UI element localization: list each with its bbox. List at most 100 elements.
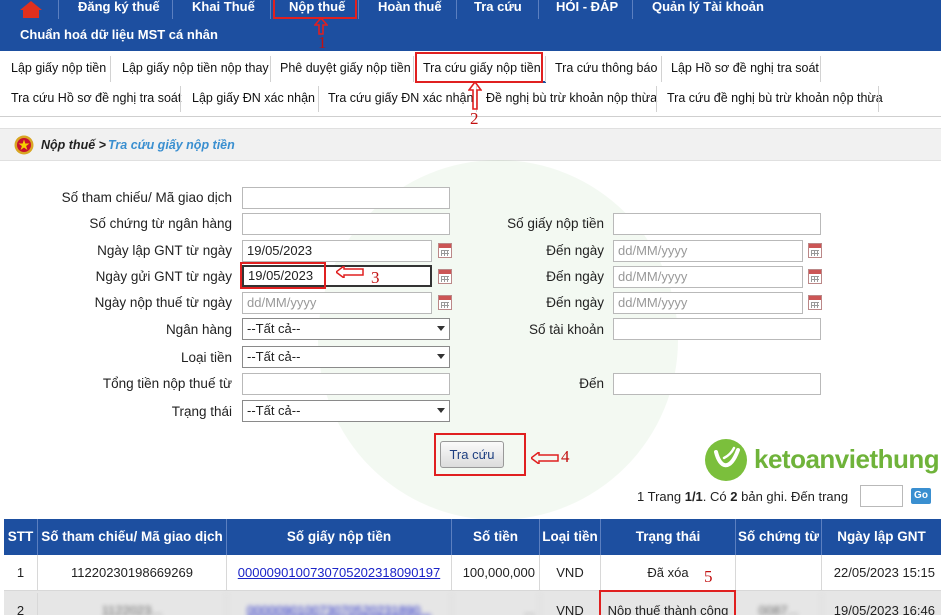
annotation-box-1 [273,0,357,19]
total-from-label: Tổng tiền nộp thuế từ [102,376,232,391]
annotation-arrow-up-icon [468,82,482,110]
brand-watermark: ketoanviethung [704,438,940,484]
send-to-input[interactable]: dd/MM/yyyy [613,266,803,288]
annotation-label-4: 4 [561,447,570,466]
tab-de-nghi-bu-tru[interactable]: Đề nghị bù trừ khoản nộp thừa [481,85,662,113]
annotation-label-2: 2 [470,109,479,128]
cell-ref: 11220230198669269 [38,555,227,590]
ref-input[interactable] [242,187,450,209]
currency-label: Loại tiền [180,350,232,365]
tab-lap-gnt-nop-thay[interactable]: Lập giấy nộp tiền nộp thay [117,55,274,83]
tab-lap-giay-nop-tien[interactable]: Lập giấy nộp tiền [6,55,111,83]
annotation-box-2 [415,52,543,83]
bank-select-value: --Tất cả-- [247,321,301,336]
pager-text: 1 Trang 1/1. Có 2 bản ghi. Đến trang [637,489,849,504]
bank-select[interactable]: --Tất cả-- [242,318,450,340]
pay-from-input[interactable]: dd/MM/yyyy [242,292,432,314]
cell-currency: VND [540,555,601,590]
calendar-icon[interactable] [808,243,822,258]
chevron-down-icon [437,326,445,331]
cell-amount: ... [452,593,540,615]
results-table-header: STT Số tham chiếu/ Mã giao dịch Số giấy … [4,519,941,555]
pay-to-input[interactable]: dd/MM/yyyy [613,292,803,314]
annotation-label-3: 3 [371,268,380,287]
go-button[interactable]: Go [911,488,931,504]
home-icon[interactable] [18,0,44,19]
bank-doc-input[interactable] [242,213,450,235]
tab-tra-cuu-giay-dn-xac-nhan[interactable]: Tra cứu giấy ĐN xác nhận [323,85,478,113]
pay-from-label: Ngày nộp thuế từ ngày [94,295,232,310]
col-header[interactable]: Số tiền [452,519,540,555]
col-header[interactable]: Trạng thái [601,519,736,555]
chevron-down-icon [437,408,445,413]
calendar-icon[interactable] [438,295,452,310]
nav-hoi-dap[interactable]: HỎI - ĐÁP [556,0,618,19]
send-to-label: Đến ngày [546,269,604,284]
cell-gnt-link[interactable]: 00000901007307052023180901​97 [227,555,452,590]
calendar-icon[interactable] [438,243,452,258]
nav-hoan-thue[interactable]: Hoàn thuế [378,0,442,19]
cell-doc: 0087... [736,593,822,615]
col-header[interactable]: Số tham chiếu/ Mã giao dịch [38,519,227,555]
table-row: 2 1122023... 000009010073070520231890...… [4,591,941,615]
create-from-input[interactable]: 19/05/2023 [242,240,432,262]
cell-stt: 2 [4,593,38,615]
tab-tra-cuu-de-nghi-bu-tru[interactable]: Tra cứu đề nghị bù trừ khoản nộp thừa [662,85,888,113]
col-header[interactable]: Loại tiền [540,519,601,555]
national-emblem-icon [14,135,34,155]
table-row: 1 11220230198669269 00000901007307052023… [4,555,941,591]
col-header[interactable]: Số giấy nộp tiền [227,519,452,555]
gnt-no-label: Số giấy nộp tiền [507,216,604,231]
currency-select[interactable]: --Tất cả-- [242,346,450,368]
annotation-box-5 [599,590,736,615]
col-header[interactable]: Số chứng từ [736,519,822,555]
status-select-value: --Tất cả-- [247,403,301,418]
annotation-box-4 [434,433,526,476]
col-header[interactable]: STT [4,519,38,555]
annotation-arrow-left-icon [336,266,364,278]
total-from-input[interactable] [242,373,450,395]
cell-stt: 1 [4,555,38,590]
brand-name: ketoanviethung [754,444,940,474]
ref-label: Số tham chiếu/ Mã giao dịch [61,190,232,205]
account-input[interactable] [613,318,821,340]
calendar-icon[interactable] [438,269,452,284]
tab-tra-cuu-ho-so-tra-soat[interactable]: Tra cứu Hồ sơ đề nghị tra soát [6,85,186,113]
calendar-icon[interactable] [808,295,822,310]
bank-label: Ngân hàng [165,322,232,337]
send-from-label: Ngày gửi GNT từ ngày [95,269,232,284]
bank-doc-label: Số chứng từ ngân hàng [89,216,232,231]
page-number-input[interactable] [860,485,903,507]
annotation-label-5: 5 [704,567,713,586]
status-label: Trạng thái [171,404,232,419]
tab-phe-duyet-gnt[interactable]: Phê duyệt giấy nộp tiền [275,55,416,83]
tab-lap-giay-dn-xac-nhan[interactable]: Lập giấy ĐN xác nhận [187,85,320,113]
status-select[interactable]: --Tất cả-- [242,400,450,422]
create-to-input[interactable]: dd/MM/yyyy [613,240,803,262]
nav-quan-ly-tai-khoan[interactable]: Quản lý Tài khoản [652,0,764,19]
tab-lap-ho-so-tra-soat[interactable]: Lập Hồ sơ đề nghị tra soát [666,55,824,83]
gnt-no-input[interactable] [613,213,821,235]
account-label: Số tài khoản [528,322,604,337]
cell-amount: 100,000,000 [452,555,540,590]
cell-date: 19/05/2023 16:46 [833,603,935,615]
nav-dang-ky-thue[interactable]: Đăng ký thuế [78,0,160,19]
cell-gnt-link[interactable]: 000009010073070520231890... [227,593,452,615]
total-to-input[interactable] [613,373,821,395]
calendar-icon[interactable] [808,269,822,284]
cell-status: Đã xóa [601,555,736,590]
nav-chuan-hoa-mst[interactable]: Chuẩn hoá dữ liệu MST cá nhân [20,27,218,42]
breadcrumb: Nộp thuế > Tra cứu giấy nộp tiền [0,128,941,161]
create-from-label: Ngày lập GNT từ ngày [97,243,232,258]
cell-doc [736,555,822,590]
annotation-box-3 [240,262,326,289]
breadcrumb-current: Tra cứu giấy nộp tiền [108,138,235,152]
annotation-label-1: 1 [318,33,327,52]
col-header[interactable]: Ngày lập GNT [822,519,941,555]
breadcrumb-root[interactable]: Nộp thuế > [41,138,106,152]
nav-tra-cuu[interactable]: Tra cứu [474,0,522,19]
tab-tra-cuu-thong-bao[interactable]: Tra cứu thông báo [550,55,662,83]
cell-ref: 1122023... [38,593,227,615]
nav-khai-thue[interactable]: Khai Thuế [192,0,255,19]
cell-date: 22/05/2023 15:15 [833,565,935,580]
